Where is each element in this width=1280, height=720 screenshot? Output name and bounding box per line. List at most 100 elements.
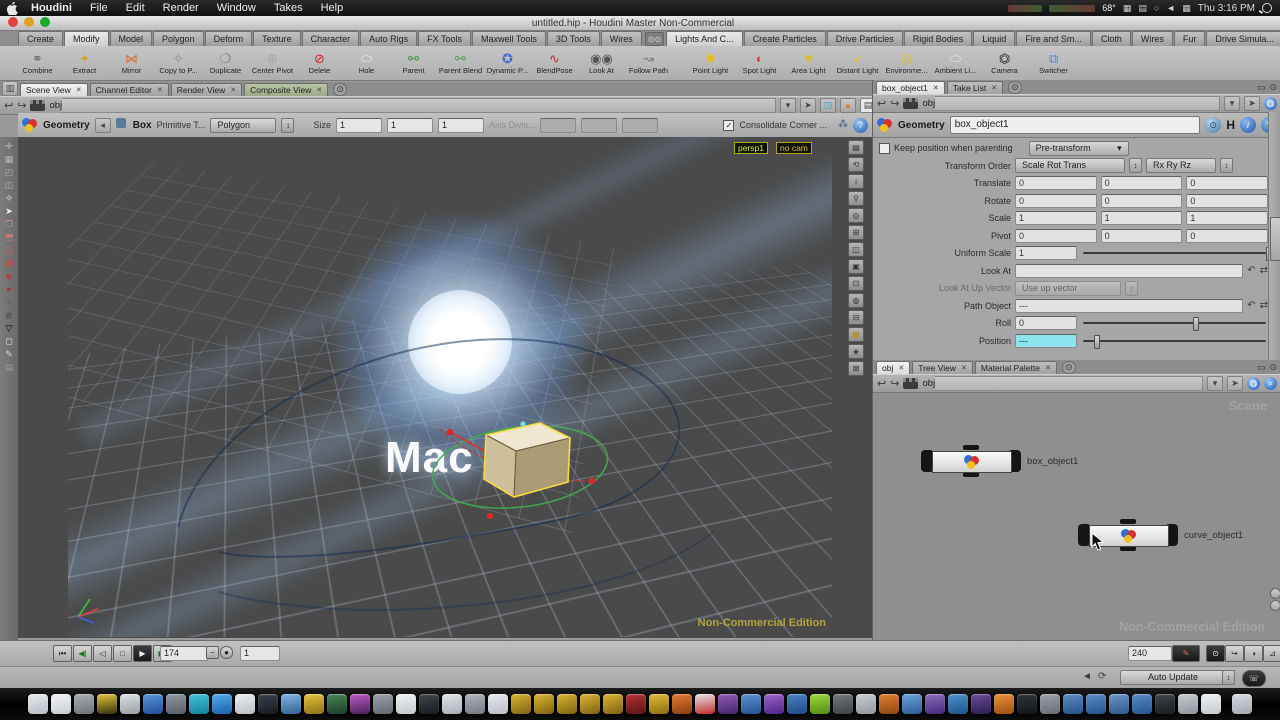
- playbar-options-button[interactable]: ⊿: [1263, 645, 1280, 662]
- dock-app-icon[interactable]: [948, 694, 968, 714]
- no-cam-badge[interactable]: no cam: [776, 142, 812, 154]
- node-box-object1[interactable]: [921, 448, 1021, 474]
- view-tool-icon[interactable]: ▦: [848, 327, 864, 342]
- menu-status-icon[interactable]: ◄: [1166, 3, 1175, 14]
- view-tool-icon[interactable]: ⊠: [848, 361, 864, 376]
- dock-app-icon[interactable]: [1155, 694, 1175, 714]
- shelf-tab[interactable]: Drive Simula...: [1206, 31, 1280, 46]
- op-select-icon[interactable]: ⇄: [1260, 265, 1268, 277]
- dock-app-icon[interactable]: [350, 694, 370, 714]
- sx-field[interactable]: 1: [1015, 211, 1097, 225]
- pin-pane-icon[interactable]: ➤: [1244, 96, 1260, 111]
- transport-button[interactable]: ⏮: [53, 645, 72, 662]
- view-tool-icon[interactable]: ◍: [848, 293, 864, 308]
- shelf-tab[interactable]: Auto Rigs: [360, 31, 417, 46]
- shelf-tab[interactable]: Wires: [601, 31, 642, 46]
- left-strip-icon[interactable]: ❐: [5, 219, 13, 229]
- pane-tab[interactable]: Render View✕: [171, 83, 242, 96]
- view-tool-icon[interactable]: ▣: [848, 259, 864, 274]
- message-log-icon[interactable]: ◄: [1082, 671, 1092, 683]
- dock-app-icon[interactable]: [1232, 694, 1252, 714]
- dock-app-icon[interactable]: [672, 694, 692, 714]
- recook-icon[interactable]: ⟳: [1098, 671, 1106, 683]
- snapshot-icon[interactable]: ◳: [820, 98, 836, 113]
- shelf-tool-button[interactable]: ⊘ Delete: [296, 51, 343, 75]
- dock-app-icon[interactable]: [419, 694, 439, 714]
- shelf-tool-button[interactable]: ◉◉ Look At: [578, 51, 625, 75]
- dock-app-icon[interactable]: [718, 694, 738, 714]
- primitive-type-dropdown[interactable]: Polygon: [210, 118, 276, 133]
- view-tool-icon[interactable]: ⚲: [848, 191, 864, 206]
- dock-app-icon[interactable]: [1040, 694, 1060, 714]
- pane-corner-button[interactable]: ▥: [2, 81, 18, 96]
- realtime-toggle-button[interactable]: ⊙: [1206, 645, 1225, 662]
- menu-takes[interactable]: Takes: [265, 0, 312, 16]
- size-z-field[interactable]: 1: [438, 118, 484, 133]
- ry-field[interactable]: 0: [1101, 194, 1183, 208]
- px-field[interactable]: 0: [1015, 229, 1097, 243]
- dock-app-icon[interactable]: [120, 694, 140, 714]
- menu-help[interactable]: Help: [312, 0, 353, 16]
- global-anim-options-button[interactable]: ✎: [1172, 645, 1200, 662]
- dock-app-icon[interactable]: [741, 694, 761, 714]
- consolidate-checkbox[interactable]: ✓: [723, 120, 734, 131]
- left-strip-icon[interactable]: ➤: [5, 206, 13, 216]
- dock-app-icon[interactable]: [166, 694, 186, 714]
- left-strip-icon[interactable]: ✛: [5, 141, 13, 151]
- dock-app-icon[interactable]: [695, 694, 715, 714]
- loop-mode-button[interactable]: ↪: [1225, 645, 1244, 662]
- view-tool-icon[interactable]: ⊡: [848, 276, 864, 291]
- close-window-button[interactable]: [8, 17, 18, 27]
- context-collapse-icon[interactable]: ◂: [95, 118, 111, 133]
- left-strip-icon[interactable]: ◰: [5, 167, 14, 177]
- 3d-viewport[interactable]: Mac persp1 no cam Non-Commercial Edition: [68, 137, 832, 637]
- help-sphere-icon[interactable]: ?: [853, 118, 868, 133]
- dock-app-icon[interactable]: [626, 694, 646, 714]
- tz-field[interactable]: 0: [1186, 176, 1268, 190]
- scene-path[interactable]: obj: [49, 100, 62, 111]
- uniform-scale-slider[interactable]: [1081, 247, 1268, 259]
- dock-app-icon[interactable]: [603, 694, 623, 714]
- path-object-field[interactable]: ---: [1015, 299, 1243, 313]
- shelf-tab[interactable]: Liquid: [973, 31, 1015, 46]
- params-scrollbar[interactable]: [1268, 112, 1280, 360]
- dock-app-icon[interactable]: [1132, 694, 1152, 714]
- left-strip-icon[interactable]: ✎: [5, 349, 13, 359]
- ty-field[interactable]: 0: [1101, 176, 1183, 190]
- network-scrollbar[interactable]: [1269, 392, 1280, 640]
- apple-logo-icon[interactable]: [6, 2, 18, 15]
- sync-icon[interactable]: ◍: [1264, 97, 1277, 110]
- left-strip-icon[interactable]: ◆: [6, 271, 13, 281]
- frame-step-field[interactable]: 1: [240, 646, 280, 661]
- zoom-window-button[interactable]: [40, 17, 50, 27]
- info-icon[interactable]: i: [1240, 117, 1256, 133]
- dock-app-icon[interactable]: [396, 694, 416, 714]
- float-pane-icon[interactable]: ▭: [1257, 82, 1266, 93]
- xform-order-spinner[interactable]: ↕: [1129, 158, 1142, 173]
- dock-app-icon[interactable]: [1201, 694, 1221, 714]
- menu-status-icon[interactable]: ▦: [1182, 3, 1191, 14]
- dock-app-icon[interactable]: [304, 694, 324, 714]
- dock-app-icon[interactable]: [856, 694, 876, 714]
- current-frame-field[interactable]: 174: [160, 646, 208, 661]
- dock-app-icon[interactable]: [373, 694, 393, 714]
- shelf-tab-scroll[interactable]: ⊙⊙: [645, 32, 664, 46]
- pin-pane-icon[interactable]: ➤: [800, 98, 816, 113]
- dock-app-icon[interactable]: [143, 694, 163, 714]
- frame-decrement-button[interactable]: −: [206, 646, 219, 659]
- shelf-tool-button[interactable]: ▼ Area Light: [784, 51, 833, 75]
- dock-app-icon[interactable]: [971, 694, 991, 714]
- rx-field[interactable]: 0: [1015, 194, 1097, 208]
- expand-pane-icon[interactable]: ⊙: [1269, 362, 1277, 373]
- roll-field[interactable]: 0: [1015, 316, 1077, 330]
- shelf-tool-button[interactable]: ↝ Follow Path: [625, 51, 672, 75]
- pre-transform-dropdown[interactable]: Pre-transform▾: [1029, 141, 1129, 156]
- dock-app-icon[interactable]: [51, 694, 71, 714]
- op-jump-icon[interactable]: ↶: [1247, 300, 1255, 312]
- shelf-tool-button[interactable]: ✧ Copy to P...: [155, 51, 202, 75]
- view-tool-icon[interactable]: ⊟: [848, 310, 864, 325]
- shelf-tool-button[interactable]: ❍ Duplicate: [202, 51, 249, 75]
- shelf-tool-button[interactable]: ⚯ Parent Blend: [437, 51, 484, 75]
- node-label[interactable]: curve_object1: [1184, 530, 1243, 541]
- nav-back-icon[interactable]: ↩: [877, 377, 886, 391]
